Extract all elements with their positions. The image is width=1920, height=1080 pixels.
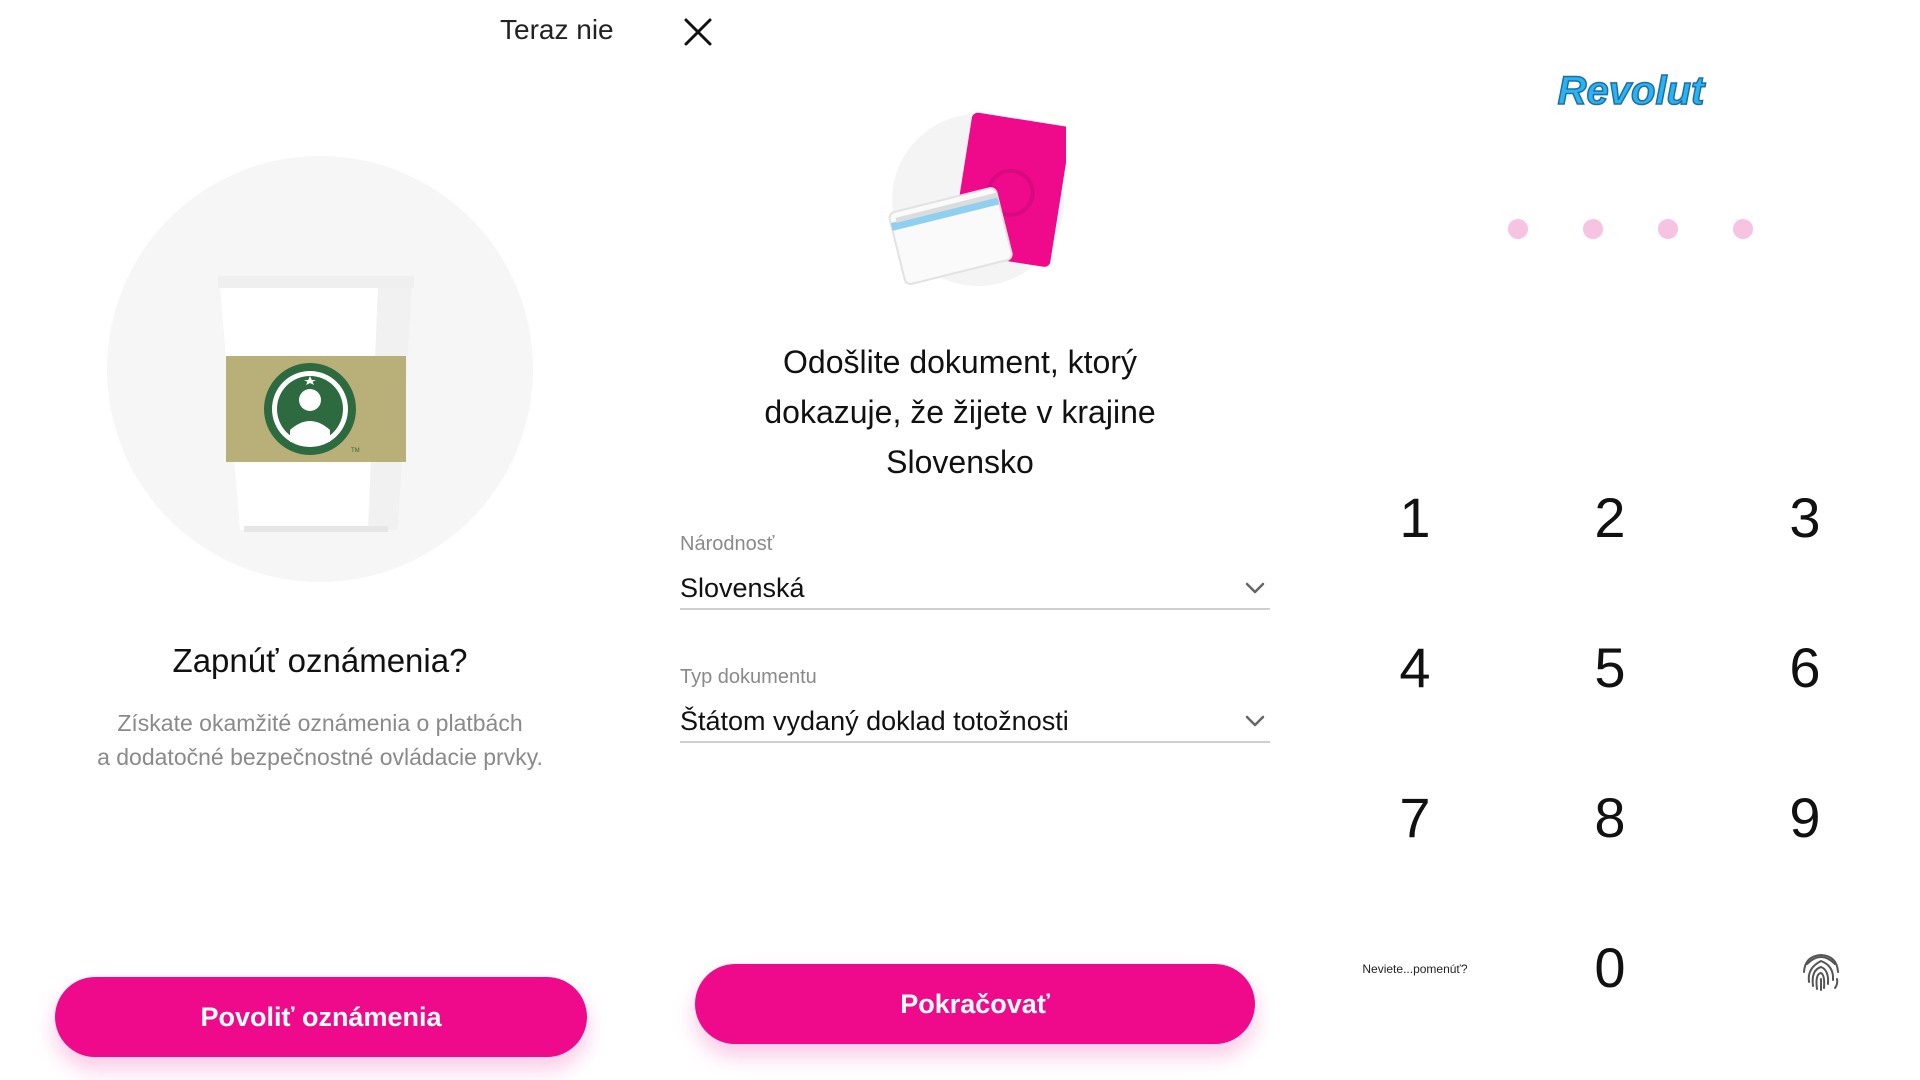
keypad-key-0[interactable]: 0 (1550, 917, 1670, 1017)
revolut-logo: Revolut (1557, 68, 1707, 114)
not-now-link[interactable]: Teraz nie (500, 14, 614, 46)
forgot-passcode-link[interactable]: Neviete...pomenúť? (1335, 962, 1495, 976)
keypad-key-5[interactable]: 5 (1550, 617, 1670, 717)
svg-text:Revolut: Revolut (1558, 69, 1706, 113)
continue-button[interactable]: Pokračovať (695, 964, 1255, 1044)
keypad-key-7[interactable]: 7 (1355, 767, 1475, 867)
documents-illustration (888, 112, 1066, 286)
keypad-key-8[interactable]: 8 (1550, 767, 1670, 867)
notifications-subtitle: Získate okamžité oznámenia o platbách a … (40, 706, 600, 774)
document-type-select[interactable]: Štátom vydaný doklad totožnosti (680, 701, 1270, 743)
nationality-field: Národnosť Slovenská (680, 533, 1270, 610)
document-title-line-3: Slovensko (886, 444, 1034, 480)
close-icon[interactable] (678, 12, 718, 52)
document-panel: Odošlite dokument, ktorý dokazuje, že ži… (640, 0, 1280, 1080)
subtitle-line-2: a dodatočné bezpečnostné ovládacie prvky… (97, 744, 543, 770)
keypad-key-3[interactable]: 3 (1745, 467, 1865, 567)
svg-text:TM: TM (351, 448, 360, 454)
document-title-line-1: Odošlite dokument, ktorý (783, 344, 1137, 380)
passcode-panel: Revolut 1 2 3 4 5 6 7 8 9 Neviete...pome… (1280, 0, 1920, 1080)
keypad-key-1[interactable]: 1 (1355, 467, 1475, 567)
document-title-line-2: dokazuje, že žijete v krajine (764, 394, 1156, 430)
document-type-value: Štátom vydaný doklad totožnosti (680, 705, 1069, 736)
notifications-title: Zapnúť oznámenia? (172, 642, 468, 679)
pin-dot (1658, 219, 1678, 239)
document-title: Odošlite dokument, ktorý dokazuje, že ži… (720, 337, 1200, 487)
keypad-key-4[interactable]: 4 (1355, 617, 1475, 717)
nationality-select[interactable]: Slovenská (680, 568, 1270, 610)
document-type-field: Typ dokumentu Štátom vydaný doklad totož… (680, 666, 1270, 743)
coffee-cup-illustration: TM (218, 276, 414, 532)
nationality-label: Národnosť (680, 533, 775, 555)
pin-dot (1733, 219, 1753, 239)
enable-notifications-button[interactable]: Povoliť oznámenia (55, 977, 587, 1057)
keypad-key-9[interactable]: 9 (1745, 767, 1865, 867)
chevron-down-icon (1245, 582, 1265, 594)
keypad-key-2[interactable]: 2 (1550, 467, 1670, 567)
subtitle-line-1: Získate okamžité oznámenia o platbách (117, 710, 523, 736)
fingerprint-icon[interactable] (1797, 946, 1845, 994)
pin-dot (1508, 219, 1528, 239)
chevron-down-icon (1245, 715, 1265, 727)
keypad-key-6[interactable]: 6 (1745, 617, 1865, 717)
notifications-panel: Teraz nie TM Zapnúť oznámenia? Získate o… (0, 0, 640, 1080)
document-type-label: Typ dokumentu (680, 666, 817, 688)
pin-dot (1583, 219, 1603, 239)
nationality-value: Slovenská (680, 572, 805, 603)
